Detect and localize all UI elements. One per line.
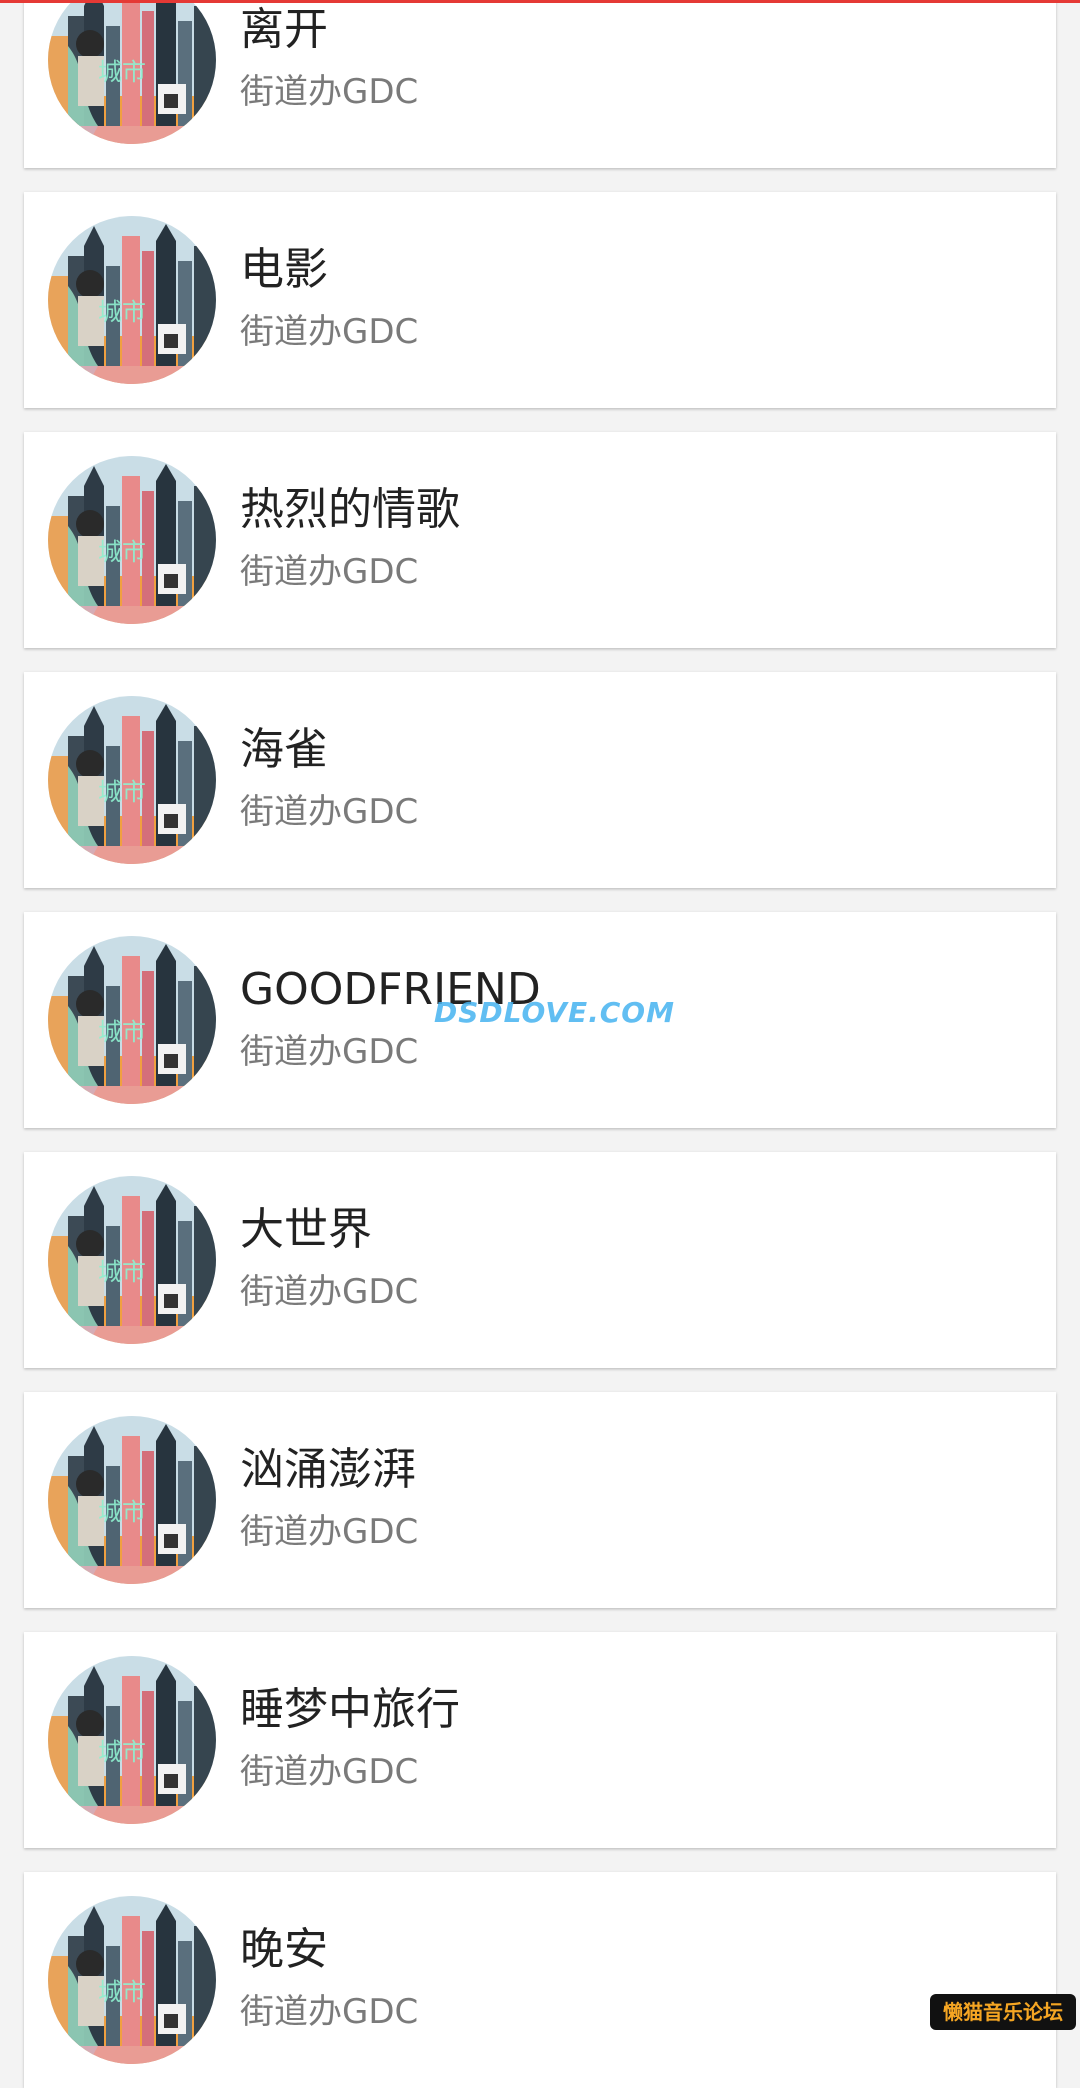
song-title: 电影 [240,244,328,295]
song-artist: 街道办GDC [240,552,419,592]
album-cover: 城市 [48,216,216,384]
album-cover: 城市 [48,0,216,144]
song-title: 睡梦中旅行 [240,1684,460,1735]
svg-text:城市: 城市 [98,1018,146,1046]
song-title: 大世界 [240,1204,372,1255]
song-title: 海雀 [240,724,328,775]
watermark-text: DSDLOVE.COM [434,996,675,1029]
svg-text:城市: 城市 [98,1978,146,2006]
album-cover: 城市 [48,1176,216,1344]
song-title: 汹涌澎湃 [240,1444,416,1495]
song-title: 离开 [240,4,328,55]
song-card[interactable]: 城市 热烈的情歌街道办GDC [24,432,1056,648]
song-card[interactable]: 城市 睡梦中旅行街道办GDC [24,1632,1056,1848]
album-cover: 城市 [48,1896,216,2064]
album-cover: 城市 [48,1416,216,1584]
song-artist: 街道办GDC [240,1032,419,1072]
svg-text:城市: 城市 [98,298,146,326]
svg-text:城市: 城市 [98,1258,146,1286]
svg-text:城市: 城市 [98,1498,146,1526]
svg-text:城市: 城市 [98,1738,146,1766]
song-card[interactable]: 城市 汹涌澎湃街道办GDC [24,1392,1056,1608]
song-title: 热烈的情歌 [240,484,460,535]
song-artist: 街道办GDC [240,72,419,112]
svg-text:城市: 城市 [98,778,146,806]
song-card[interactable]: 城市 电影街道办GDC [24,192,1056,408]
album-cover: 城市 [48,696,216,864]
watermark-badge: 懒猫音乐论坛 [930,1994,1076,2030]
song-title: 晚安 [240,1924,328,1975]
song-card[interactable]: 城市 晚安街道办GDC [24,1872,1056,2088]
song-artist: 街道办GDC [240,792,419,832]
song-card[interactable]: 城市 大世界街道办GDC [24,1152,1056,1368]
song-card[interactable]: 城市 离开街道办GDC [24,0,1056,168]
album-cover: 城市 [48,1656,216,1824]
song-artist: 街道办GDC [240,1752,419,1792]
album-cover: 城市 [48,936,216,1104]
svg-text:城市: 城市 [98,58,146,86]
svg-text:城市: 城市 [98,538,146,566]
song-artist: 街道办GDC [240,1272,419,1312]
top-accent-bar [0,0,1080,3]
album-cover: 城市 [48,456,216,624]
song-artist: 街道办GDC [240,1992,419,2032]
song-card[interactable]: 城市 海雀街道办GDC [24,672,1056,888]
song-artist: 街道办GDC [240,312,419,352]
song-artist: 街道办GDC [240,1512,419,1552]
